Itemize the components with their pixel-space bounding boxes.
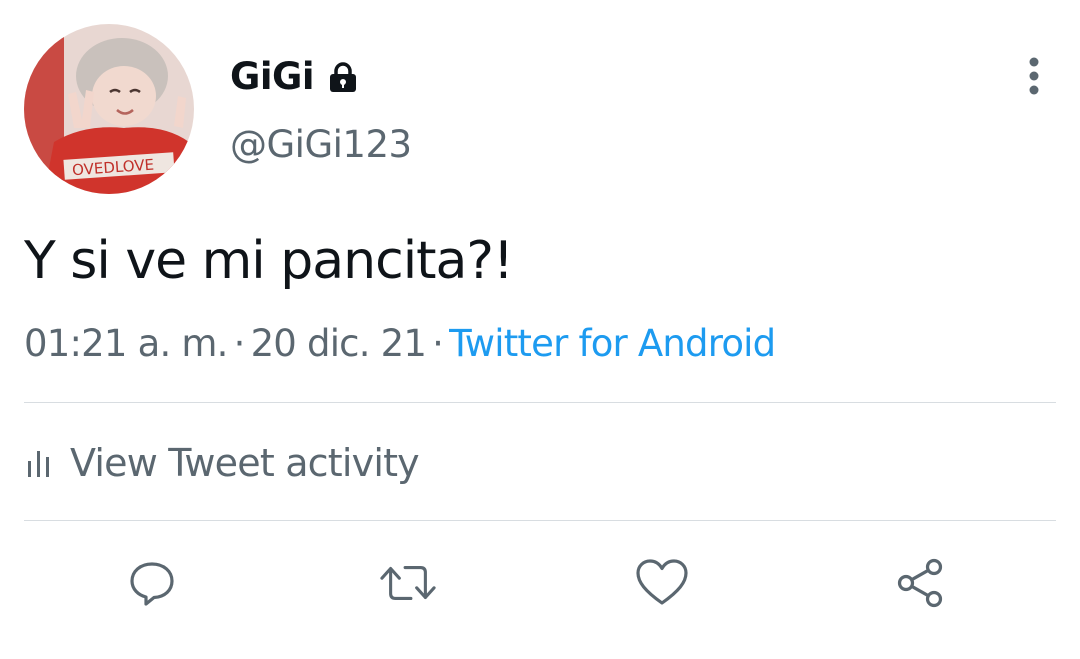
more-vertical-icon: [1029, 57, 1039, 95]
retweet-icon: [380, 566, 436, 600]
display-name-row: GiGi: [230, 54, 360, 100]
view-tweet-activity-button[interactable]: View Tweet activity: [24, 436, 420, 490]
reply-button[interactable]: [124, 555, 180, 611]
view-tweet-activity-label: View Tweet activity: [70, 441, 420, 485]
reply-icon: [130, 562, 174, 606]
divider: [24, 520, 1056, 521]
tweet-meta: 01:21 a. m. · 20 dic. 21 · Twitter for Andro…: [24, 320, 776, 368]
tweet-time: 01:21 a. m.: [24, 322, 228, 365]
activity-bars-icon: [28, 451, 49, 477]
heart-icon: [636, 559, 688, 605]
display-name[interactable]: GiGi: [230, 54, 315, 100]
like-button[interactable]: [634, 555, 690, 611]
divider: [24, 402, 1056, 403]
retweet-button[interactable]: [380, 555, 436, 611]
username[interactable]: @GiGi123: [230, 122, 412, 168]
meta-separator: ·: [432, 322, 444, 365]
tweet-source-link[interactable]: Twitter for Android: [449, 322, 776, 365]
tweet-date: 20 dic. 21: [250, 322, 427, 365]
lock-icon: [330, 62, 357, 92]
meta-separator: ·: [233, 322, 246, 365]
avatar[interactable]: OVEDLOVE: [24, 24, 194, 194]
more-options-button[interactable]: [1014, 56, 1054, 96]
tweet-text: Y si ve mi pancita?!: [24, 231, 514, 291]
share-icon: [897, 558, 943, 608]
share-button[interactable]: [892, 555, 948, 611]
